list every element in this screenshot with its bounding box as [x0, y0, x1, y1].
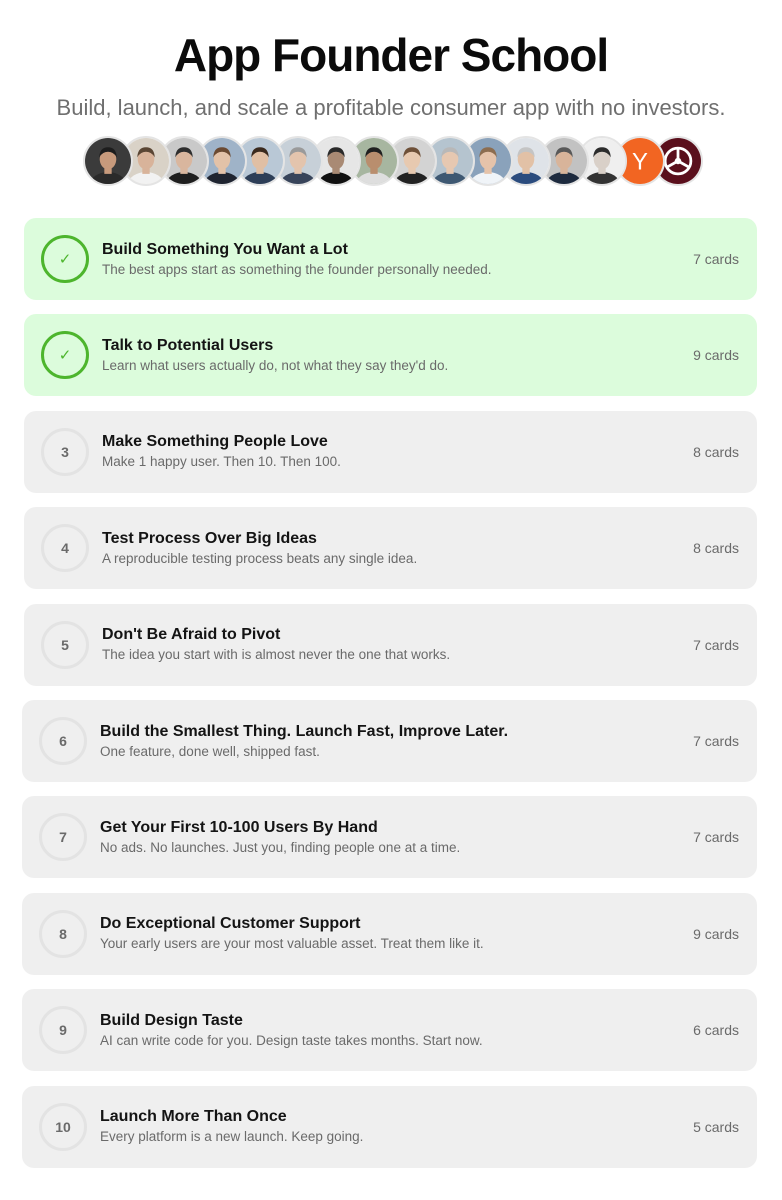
page-subtitle: Build, launch, and scale a profitable co…: [56, 95, 726, 120]
module-description: The idea you start with is almost never …: [102, 647, 451, 663]
module-number-badge: 4: [41, 524, 89, 573]
module-card-count: 7 cards: [693, 636, 739, 653]
module-card-count: 9 cards: [693, 347, 739, 364]
module-row[interactable]: 7 Get Your First 10-100 Users By Hand No a…: [22, 796, 757, 879]
module-text: Make Something People Love Make 1 happy u…: [102, 432, 693, 471]
module-text: Don't Be Afraid to Pivot The idea you sta…: [102, 625, 693, 664]
module-title: Build the Smallest Thing. Launch Fast, I…: [100, 722, 509, 740]
module-number-badge: 10: [39, 1102, 87, 1151]
module-number-badge: 3: [41, 427, 89, 476]
module-row[interactable]: 3 Make Something People Love Make 1 happy …: [24, 410, 757, 493]
module-card-count: 7 cards: [693, 733, 739, 749]
module-card-count: 8 cards: [693, 540, 739, 557]
module-row[interactable]: 4 Test Process Over Big Ideas A reproducib…: [24, 507, 757, 590]
completed-check-icon: ✓: [41, 235, 89, 283]
module-text: Build the Smallest Thing. Launch Fast, I…: [100, 722, 693, 761]
module-description: A reproducible testing process beats any…: [102, 550, 418, 566]
module-card-count: 5 cards: [693, 1118, 739, 1135]
mentor-avatar: [83, 136, 133, 186]
module-title: Launch More Than Once: [100, 1108, 287, 1126]
module-title: Build Something You Want a Lot: [102, 240, 348, 258]
module-title: Do Exceptional Customer Support: [100, 915, 361, 933]
module-row[interactable]: 5 Don't Be Afraid to Pivot The idea you st…: [24, 603, 757, 686]
module-text: Do Exceptional Customer Support Your earl…: [100, 914, 693, 953]
module-text: Test Process Over Big Ideas A reproducibl…: [102, 529, 693, 568]
svg-text:Y: Y: [632, 148, 648, 175]
module-row[interactable]: 10 Launch More Than Once Every platform is…: [22, 1085, 757, 1168]
module-title: Make Something People Love: [102, 433, 328, 451]
module-card-count: 7 cards: [693, 829, 739, 846]
module-row[interactable]: ✓ Talk to Potential Users Learn what users…: [24, 314, 757, 397]
module-description: AI can write code for you. Design taste …: [100, 1032, 483, 1048]
module-title: Don't Be Afraid to Pivot: [102, 626, 281, 644]
module-title: Test Process Over Big Ideas: [102, 529, 317, 547]
module-description: Every platform is a new launch. Keep goi…: [100, 1129, 364, 1145]
module-text: Talk to Potential Users Learn what users …: [102, 336, 693, 375]
module-description: Make 1 happy user. Then 10. Then 100.: [102, 454, 341, 470]
module-description: Learn what users actually do, not what t…: [102, 357, 449, 373]
module-number-badge: 9: [39, 1006, 87, 1055]
module-card-count: 6 cards: [693, 1022, 739, 1039]
module-number-badge: 6: [39, 717, 87, 765]
module-text: Build Something You Want a Lot The best a…: [102, 240, 693, 279]
module-card-count: 9 cards: [693, 925, 739, 942]
module-row[interactable]: ✓ Build Something You Want a Lot The best …: [24, 218, 757, 300]
page-title: App Founder School: [173, 29, 609, 81]
module-description: No ads. No launches. Just you, finding p…: [100, 839, 461, 855]
module-title: Build Design Taste: [100, 1011, 243, 1029]
module-title: Talk to Potential Users: [102, 336, 274, 354]
mentor-avatar-row: Y: [83, 136, 703, 186]
module-text: Build Design Taste AI can write code for …: [100, 1011, 693, 1050]
module-card-count: 7 cards: [693, 251, 739, 267]
module-row[interactable]: 8 Do Exceptional Customer Support Your ear…: [22, 892, 757, 975]
module-text: Launch More Than Once Every platform is a…: [100, 1107, 693, 1146]
module-row[interactable]: 6 Build the Smallest Thing. Launch Fast, …: [22, 700, 757, 782]
course-page: App Founder School Build, launch, and sc…: [0, 0, 782, 1200]
module-row[interactable]: 9 Build Design Taste AI can write code for…: [22, 989, 757, 1072]
module-card-count: 8 cards: [693, 443, 739, 460]
module-title: Get Your First 10-100 Users By Hand: [100, 818, 378, 836]
module-description: Your early users are your most valuable …: [100, 936, 484, 952]
completed-check-icon: ✓: [41, 331, 89, 380]
module-number-badge: 7: [39, 813, 87, 862]
module-description: The best apps start as something the fou…: [102, 261, 492, 277]
module-description: One feature, done well, shipped fast.: [100, 743, 320, 759]
module-number-badge: 5: [41, 620, 89, 669]
module-text: Get Your First 10-100 Users By Hand No ad…: [100, 818, 693, 857]
module-number-badge: 8: [39, 909, 87, 958]
